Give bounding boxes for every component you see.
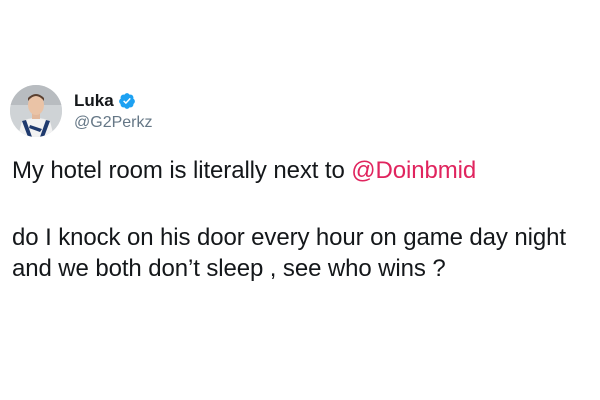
tweet-text-paragraph-1: My hotel room is literally next to @Doin… [12, 155, 594, 186]
user-names: Luka @G2Perkz [74, 90, 152, 132]
avatar[interactable] [10, 85, 62, 137]
tweet-card: Luka @G2Perkz My hotel room is literally… [0, 0, 600, 400]
tweet-text-prefix: My hotel room is literally next to [12, 157, 352, 184]
display-name[interactable]: Luka [74, 91, 114, 111]
avatar-photo-icon [10, 85, 62, 137]
tweet-text-paragraph-2: do I knock on his door every hour on gam… [12, 224, 566, 282]
name-row: Luka [74, 90, 152, 112]
verified-badge-icon [118, 92, 136, 110]
mention-link[interactable]: @Doinbmid [351, 157, 476, 184]
tweet-header: Luka @G2Perkz [10, 85, 152, 137]
user-handle[interactable]: @G2Perkz [74, 114, 152, 132]
